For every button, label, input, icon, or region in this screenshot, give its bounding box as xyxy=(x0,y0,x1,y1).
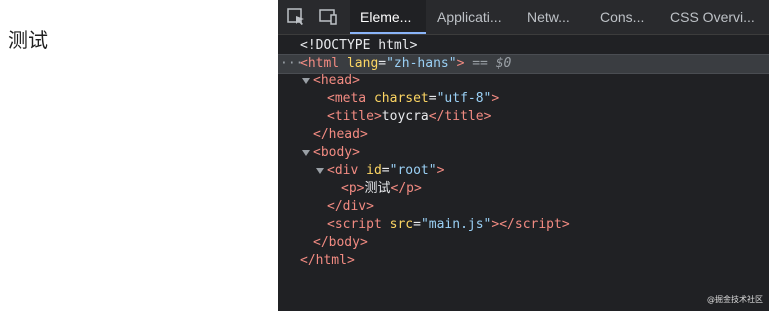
tree-node-meta[interactable]: <meta charset="utf-8"> xyxy=(278,90,769,108)
head-tag-name: head xyxy=(320,73,353,88)
body-tag-name: body xyxy=(320,145,353,160)
div-close-tag: div xyxy=(342,199,367,214)
title-open-tag: title xyxy=(334,109,374,124)
html-tag-name: html xyxy=(307,56,340,71)
selected-marker: == $0 xyxy=(472,56,512,71)
tab-elements[interactable]: Eleme... xyxy=(350,0,426,34)
p-close-tag: p xyxy=(406,181,414,196)
expand-triangle-icon[interactable] xyxy=(302,150,310,156)
device-toolbar-icon[interactable] xyxy=(318,7,338,27)
page-viewport: 测试 xyxy=(0,0,278,311)
devtools-tabbar: Eleme... Applicati... Netw... Cons... CS… xyxy=(278,0,769,35)
tree-node-title[interactable]: <title>toycra</title> xyxy=(278,108,769,126)
tree-node-body-close[interactable]: </body> xyxy=(278,234,769,252)
page-paragraph: 测试 xyxy=(8,28,48,52)
tree-node-p[interactable]: <p>测试</p> xyxy=(278,180,769,198)
expand-triangle-icon[interactable] xyxy=(316,168,324,174)
tab-application[interactable]: Applicati... xyxy=(437,0,502,34)
p-open-tag: p xyxy=(348,181,357,196)
tree-node-script[interactable]: <script src="main.js"></script> xyxy=(278,216,769,234)
tree-node-div-close[interactable]: </div> xyxy=(278,198,769,216)
tree-node-div[interactable]: <div id="root"> xyxy=(278,162,769,180)
title-text: toycra xyxy=(381,109,429,124)
watermark: @掘金技术社区 xyxy=(707,295,763,304)
meta-tag-name: meta xyxy=(334,91,367,106)
doctype-text: <!DOCTYPE html> xyxy=(300,38,418,53)
script-attr-name: src xyxy=(389,217,414,232)
tree-node-head[interactable]: <head> xyxy=(278,72,769,90)
html-close-tag: html xyxy=(315,253,347,268)
tree-node-body[interactable]: <body> xyxy=(278,144,769,162)
html-attr-value: "zh-hans" xyxy=(386,56,457,71)
title-close-tag: title xyxy=(444,109,484,124)
devtools-panel: Eleme... Applicati... Netw... Cons... CS… xyxy=(278,0,769,311)
tab-network[interactable]: Netw... xyxy=(527,0,570,34)
script-tag-name: script xyxy=(334,217,382,232)
tree-node-doctype[interactable]: <!DOCTYPE html> xyxy=(278,37,769,55)
div-attr-value: "root" xyxy=(389,163,437,178)
body-close-tag: body xyxy=(328,235,360,250)
tree-node-head-close[interactable]: </head> xyxy=(278,126,769,144)
html-attr-name: lang xyxy=(346,56,379,71)
head-close-tag: head xyxy=(328,127,360,142)
div-tag-name: div xyxy=(334,163,359,178)
meta-attr-name: charset xyxy=(373,91,429,106)
meta-attr-value: "utf-8" xyxy=(436,91,492,106)
p-text: 测试 xyxy=(364,181,391,196)
tab-console[interactable]: Cons... xyxy=(600,0,644,34)
script-attr-value: "main.js" xyxy=(420,217,492,232)
tree-node-html-close[interactable]: </html> xyxy=(278,252,769,270)
expand-triangle-icon[interactable] xyxy=(302,78,310,84)
div-attr-name: id xyxy=(366,163,382,178)
tree-node-html[interactable]: ··· <html lang="zh-hans"> == $0 xyxy=(278,54,769,74)
tab-css-overview[interactable]: CSS Overvi... xyxy=(670,0,755,34)
inspect-element-icon[interactable] xyxy=(286,7,306,27)
script-close-tag: script xyxy=(514,217,562,232)
